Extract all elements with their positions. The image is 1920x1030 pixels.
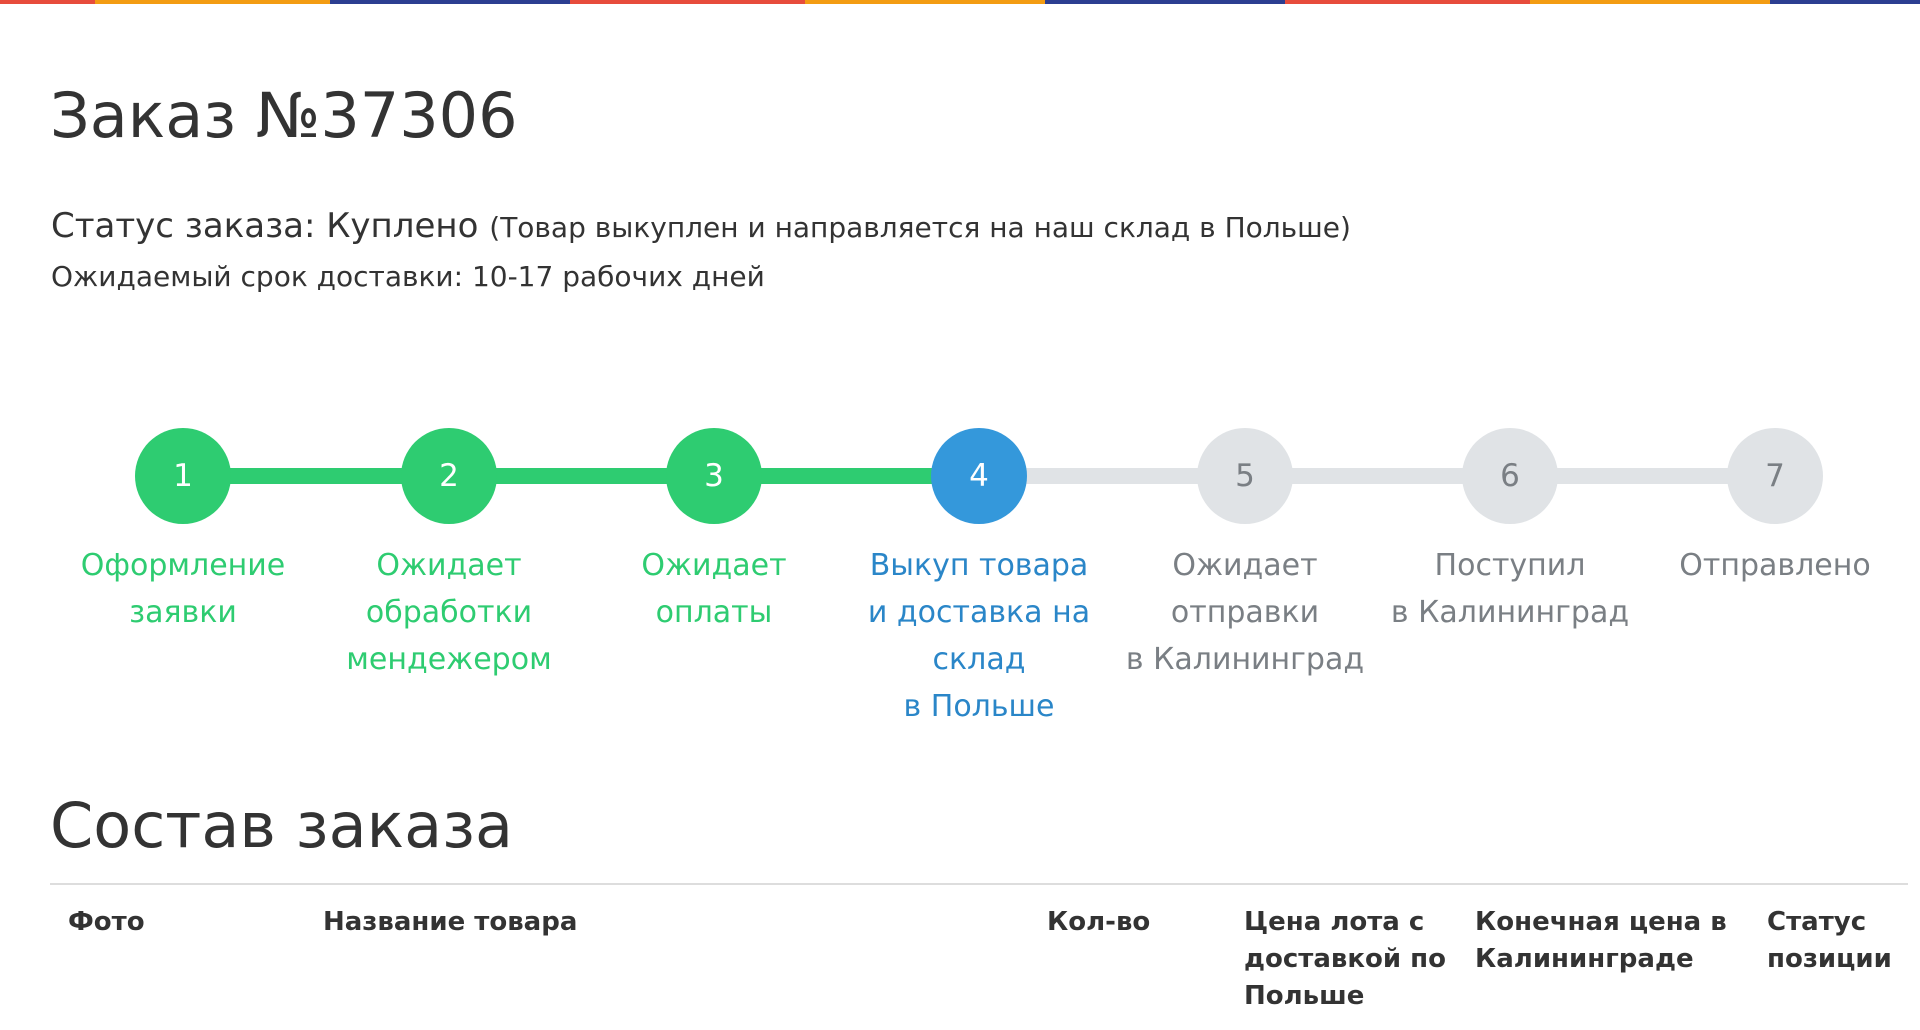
stripe-segment xyxy=(805,0,1045,4)
stripe-segment xyxy=(1770,0,1920,4)
step-number: 4 xyxy=(931,428,1027,524)
order-page: Заказ №37306 Статус заказа: Куплено (Тов… xyxy=(0,0,1920,1030)
stripe-segment xyxy=(1045,0,1285,4)
stripe-segment xyxy=(570,0,805,4)
stripe-segment xyxy=(1530,0,1770,4)
progress-step-1: 1 Оформление заявки xyxy=(48,428,318,636)
step-number: 1 xyxy=(135,428,231,524)
step-label: Поступил в Калининград xyxy=(1390,548,1630,630)
progress-step-7: 7 Отправлено xyxy=(1640,428,1910,589)
order-progress: 1 Оформление заявки 2 Ожидает обработки … xyxy=(0,428,1920,728)
progress-step-3: 3 Ожидает оплаты xyxy=(579,428,849,636)
order-status: Статус заказа: Куплено (Товар выкуплен и… xyxy=(51,206,1351,246)
order-composition-title: Состав заказа xyxy=(50,789,514,862)
step-label: Оформление заявки xyxy=(80,548,286,630)
step-number: 2 xyxy=(401,428,497,524)
progress-step-2: 2 Ожидает обработки мендежером xyxy=(314,428,584,683)
composition-divider xyxy=(50,883,1908,885)
step-number: 5 xyxy=(1197,428,1293,524)
progress-step-6: 6 Поступил в Калининград xyxy=(1375,428,1645,636)
step-label: Выкуп товара и доставка на склад в Польш… xyxy=(867,548,1091,724)
progress-step-5: 5 Ожидает отправки в Калининград xyxy=(1110,428,1380,683)
step-number: 6 xyxy=(1462,428,1558,524)
column-product-name: Название товара xyxy=(323,907,578,937)
column-item-status: Статус позиции xyxy=(1767,907,1892,974)
stripe-segment xyxy=(0,0,95,4)
column-photo: Фото xyxy=(68,907,145,937)
stripe-segment xyxy=(330,0,570,4)
order-status-label: Статус заказа: Куплено xyxy=(51,206,479,246)
stripe-segment xyxy=(1285,0,1530,4)
column-quantity: Кол-во xyxy=(1047,907,1151,937)
order-status-description: (Товар выкуплен и направляется на наш ск… xyxy=(489,211,1351,244)
step-number: 3 xyxy=(666,428,762,524)
stripe-segment xyxy=(95,0,330,4)
step-label: Отправлено xyxy=(1679,548,1871,583)
order-title: Заказ №37306 xyxy=(50,79,518,152)
delivery-estimate: Ожидаемый срок доставки: 10-17 рабочих д… xyxy=(51,260,765,293)
progress-step-4: 4 Выкуп товара и доставка на склад в Пол… xyxy=(844,428,1114,730)
column-lot-price: Цена лота с доставкой по Польше xyxy=(1244,907,1446,1011)
step-label: Ожидает оплаты xyxy=(641,548,787,630)
step-label: Ожидает обработки мендежером xyxy=(346,548,552,677)
step-label: Ожидает отправки в Калининград xyxy=(1125,548,1365,677)
top-color-stripe xyxy=(0,0,1920,4)
column-final-price: Конечная цена в Калининграде xyxy=(1475,907,1727,974)
step-number: 7 xyxy=(1727,428,1823,524)
